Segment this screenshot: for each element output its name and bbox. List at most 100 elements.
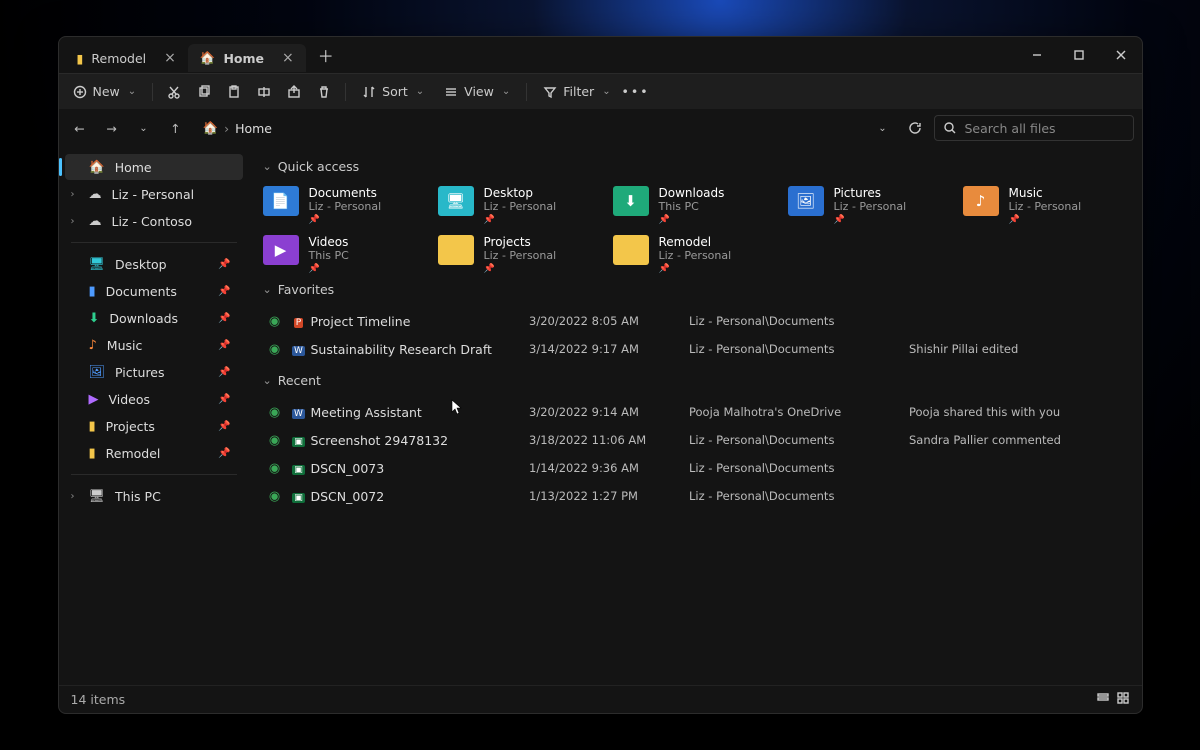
paste-button[interactable]: [221, 81, 247, 103]
quick-access-videos[interactable]: ▶ Videos This PC 📌: [263, 233, 428, 276]
home-icon: 🏠: [203, 120, 219, 136]
refresh-button[interactable]: [902, 115, 928, 141]
copy-button[interactable]: [191, 81, 217, 103]
minimize-button[interactable]: [1016, 37, 1058, 73]
new-button[interactable]: New: [65, 80, 145, 103]
close-window-button[interactable]: [1100, 37, 1142, 73]
list-item[interactable]: ◉ W Meeting Assistant 3/20/2022 9:14 AM …: [263, 398, 1128, 426]
sidebar-item-desktop[interactable]: 🖥Desktop📌: [65, 251, 243, 277]
sidebar-item-downloads[interactable]: ⬇Downloads📌: [65, 305, 243, 331]
section-quick-access[interactable]: Quick access: [263, 159, 1128, 174]
pin-icon: 📌: [218, 286, 230, 297]
list-item[interactable]: ◉ P Project Timeline 3/20/2022 8:05 AM L…: [263, 307, 1128, 335]
rename-icon: [257, 85, 271, 99]
cut-button[interactable]: [161, 81, 187, 103]
maximize-button[interactable]: [1058, 37, 1100, 73]
sort-label: Sort: [382, 84, 408, 99]
video-icon: ▶: [89, 392, 99, 407]
share-button[interactable]: [281, 81, 307, 103]
quick-access-music[interactable]: ♪ Music Liz - Personal 📌: [963, 184, 1128, 227]
quick-access-desktop[interactable]: 🖥 Desktop Liz - Personal 📌: [438, 184, 603, 227]
item-location: Liz - Personal: [834, 200, 907, 213]
quick-access-remodel[interactable]: Remodel Liz - Personal 📌: [613, 233, 778, 276]
sidebar-item-videos[interactable]: ▶Videos📌: [65, 386, 243, 412]
folder-icon: [438, 235, 474, 265]
sort-button[interactable]: Sort: [354, 80, 432, 103]
item-name: Project Timeline: [311, 314, 530, 329]
item-name: Documents: [309, 186, 382, 200]
document-icon: ▮: [89, 284, 96, 299]
section-title: Favorites: [278, 282, 334, 297]
image-icon: ▣: [287, 433, 311, 448]
trash-icon: [317, 85, 331, 99]
sidebar-item-projects[interactable]: ▮Projects📌: [65, 413, 243, 439]
up-button[interactable]: ↑: [163, 115, 189, 141]
pin-icon: 📌: [218, 340, 230, 351]
view-label: View: [464, 84, 494, 99]
folder-icon: ▮: [89, 446, 96, 461]
list-item[interactable]: ◉ ▣ DSCN_0072 1/13/2022 1:27 PM Liz - Pe…: [263, 482, 1128, 510]
breadcrumb-segment[interactable]: Home: [235, 121, 272, 136]
item-location: Liz - Personal: [484, 249, 557, 262]
item-name: Downloads: [659, 186, 725, 200]
sidebar-item-documents[interactable]: ▮Documents📌: [65, 278, 243, 304]
details-view-button[interactable]: [1096, 691, 1110, 708]
tab-remodel[interactable]: ▮ Remodel ×: [65, 44, 188, 72]
item-name: Remodel: [659, 235, 732, 249]
titlebar: ▮ Remodel × 🏠 Home × ＋: [59, 37, 1142, 73]
breadcrumb[interactable]: 🏠 › Home: [203, 120, 864, 136]
sidebar-item-this-pc[interactable]: ›🖥This PC: [65, 483, 243, 509]
item-location: Liz - Personal: [659, 249, 732, 262]
folder-icon: ⬇: [613, 186, 649, 216]
home-icon: 🏠: [89, 160, 105, 175]
item-location: Liz - Personal: [484, 200, 557, 213]
filter-label: Filter: [563, 84, 594, 99]
list-item[interactable]: ◉ ▣ Screenshot 29478132 3/18/2022 11:06 …: [263, 426, 1128, 454]
search-input[interactable]: Search all files: [934, 115, 1134, 141]
view-button[interactable]: View: [436, 80, 518, 103]
sidebar-item-liz-contoso[interactable]: ›☁Liz - Contoso: [65, 208, 243, 234]
section-favorites[interactable]: Favorites: [263, 282, 1128, 297]
sidebar-item-home[interactable]: 🏠Home: [65, 154, 243, 180]
item-date: 3/20/2022 9:14 AM: [529, 405, 689, 419]
address-bar: ← → ⌄ ↑ 🏠 › Home ⌄ Search all files: [59, 109, 1142, 147]
list-item[interactable]: ◉ W Sustainability Research Draft 3/14/2…: [263, 335, 1128, 363]
quick-access-documents[interactable]: 📄 Documents Liz - Personal 📌: [263, 184, 428, 227]
sidebar-item-pictures[interactable]: 🖼Pictures📌: [65, 359, 243, 385]
chevron-right-icon[interactable]: ›: [71, 491, 75, 502]
item-name: Screenshot 29478132: [311, 433, 530, 448]
close-icon[interactable]: ×: [164, 50, 176, 66]
sidebar-item-label: Liz - Personal: [112, 187, 195, 202]
item-date: 1/13/2022 1:27 PM: [529, 489, 689, 503]
sidebar-item-liz-personal[interactable]: ›☁Liz - Personal: [65, 181, 243, 207]
chevron-right-icon[interactable]: ›: [71, 216, 75, 227]
thumbnails-view-button[interactable]: [1116, 691, 1130, 708]
delete-button[interactable]: [311, 81, 337, 103]
share-icon: [287, 85, 301, 99]
filter-icon: [543, 85, 557, 99]
filter-button[interactable]: Filter: [535, 80, 618, 103]
sidebar-item-music[interactable]: ♪Music📌: [65, 332, 243, 358]
sidebar-item-remodel[interactable]: ▮Remodel📌: [65, 440, 243, 466]
rename-button[interactable]: [251, 81, 277, 103]
close-icon[interactable]: ×: [282, 50, 294, 66]
tab-home[interactable]: 🏠 Home ×: [188, 44, 306, 72]
word-icon: W: [287, 342, 311, 357]
quick-access-pictures[interactable]: 🖼 Pictures Liz - Personal 📌: [788, 184, 953, 227]
sidebar-item-label: Desktop: [115, 257, 167, 272]
more-button[interactable]: •••: [623, 80, 649, 103]
quick-access-projects[interactable]: Projects Liz - Personal 📌: [438, 233, 603, 276]
status-bar: 14 items: [59, 685, 1142, 713]
back-button[interactable]: ←: [67, 115, 93, 141]
forward-button[interactable]: →: [99, 115, 125, 141]
pin-icon: 📌: [1009, 215, 1082, 225]
new-tab-button[interactable]: ＋: [306, 43, 346, 67]
quick-access-downloads[interactable]: ⬇ Downloads This PC 📌: [613, 184, 778, 227]
list-item[interactable]: ◉ ▣ DSCN_0073 1/14/2022 9:36 AM Liz - Pe…: [263, 454, 1128, 482]
recent-locations-button[interactable]: ⌄: [131, 115, 157, 141]
sync-status-icon: ◉: [263, 405, 287, 420]
section-recent[interactable]: Recent: [263, 373, 1128, 388]
item-date: 3/14/2022 9:17 AM: [529, 342, 689, 356]
chevron-right-icon[interactable]: ›: [71, 189, 75, 200]
breadcrumb-dropdown[interactable]: ⌄: [870, 115, 896, 141]
